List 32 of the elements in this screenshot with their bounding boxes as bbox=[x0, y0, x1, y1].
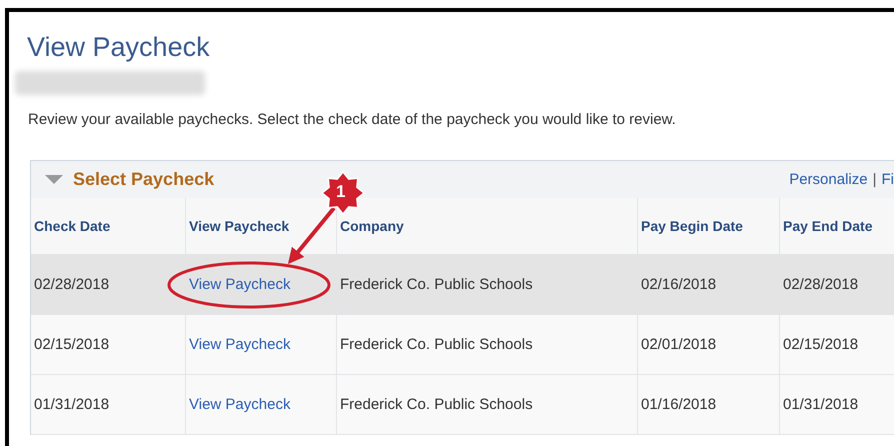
table-cell: Frederick Co. Public Schools bbox=[340, 336, 533, 353]
table-cell: 02/01/2018 bbox=[641, 336, 716, 353]
table-cell: 01/31/2018 bbox=[34, 396, 110, 413]
view-paycheck-link[interactable]: View Paycheck bbox=[189, 336, 290, 353]
column-header[interactable]: Check Date bbox=[31, 198, 186, 254]
table-cell: 02/15/2018 bbox=[34, 336, 110, 353]
table-cell: 01/16/2018 bbox=[641, 396, 716, 413]
table-cell: 02/28/2018 bbox=[34, 276, 110, 293]
instructions-text: Review your available paychecks. Select the check date of the paycheck you would like to review. bbox=[28, 111, 677, 128]
column-header[interactable]: Company bbox=[336, 198, 638, 254]
pointer-arrow bbox=[288, 206, 336, 264]
star-badge-icon bbox=[320, 170, 366, 216]
table-cell: 02/28/2018 bbox=[783, 276, 858, 293]
table-cell: Frederick Co. Public Schools bbox=[340, 276, 533, 293]
separator-text: | bbox=[872, 171, 876, 188]
grid-title: Select Paycheck bbox=[73, 169, 214, 190]
view-paycheck-link[interactable]: View Paycheck bbox=[189, 276, 290, 293]
table-row[interactable]: 02/15/2018 View Paycheck Frederick Co. Public Schools 02/01/2018 02/15/2018 bbox=[31, 314, 894, 374]
table-row[interactable]: 02/28/2018 View Paycheck Frederick Co. Public Schools 02/16/2018 02/28/2018 bbox=[31, 254, 894, 314]
column-header[interactable]: View Paycheck bbox=[186, 198, 336, 254]
table-cell: 02/16/2018 bbox=[641, 276, 716, 293]
column-header[interactable]: Pay End Date bbox=[780, 198, 894, 254]
collapse-triangle-icon[interactable] bbox=[45, 175, 63, 184]
view-paycheck-link[interactable]: View Paycheck bbox=[189, 396, 290, 413]
grid-link[interactable]: Personalize bbox=[789, 171, 868, 188]
table-cell: Frederick Co. Public Schools bbox=[340, 396, 533, 413]
table-cell: 01/31/2018 bbox=[783, 396, 858, 413]
table-cell: 02/15/2018 bbox=[783, 336, 858, 353]
column-header[interactable]: Pay Begin Date bbox=[638, 198, 780, 254]
table-row[interactable]: 01/31/2018 View Paycheck Frederick Co. Public Schools 01/16/2018 01/31/2018 bbox=[31, 374, 894, 434]
page-title: View Paycheck bbox=[27, 32, 211, 63]
grid-link[interactable]: Fi bbox=[882, 171, 894, 188]
